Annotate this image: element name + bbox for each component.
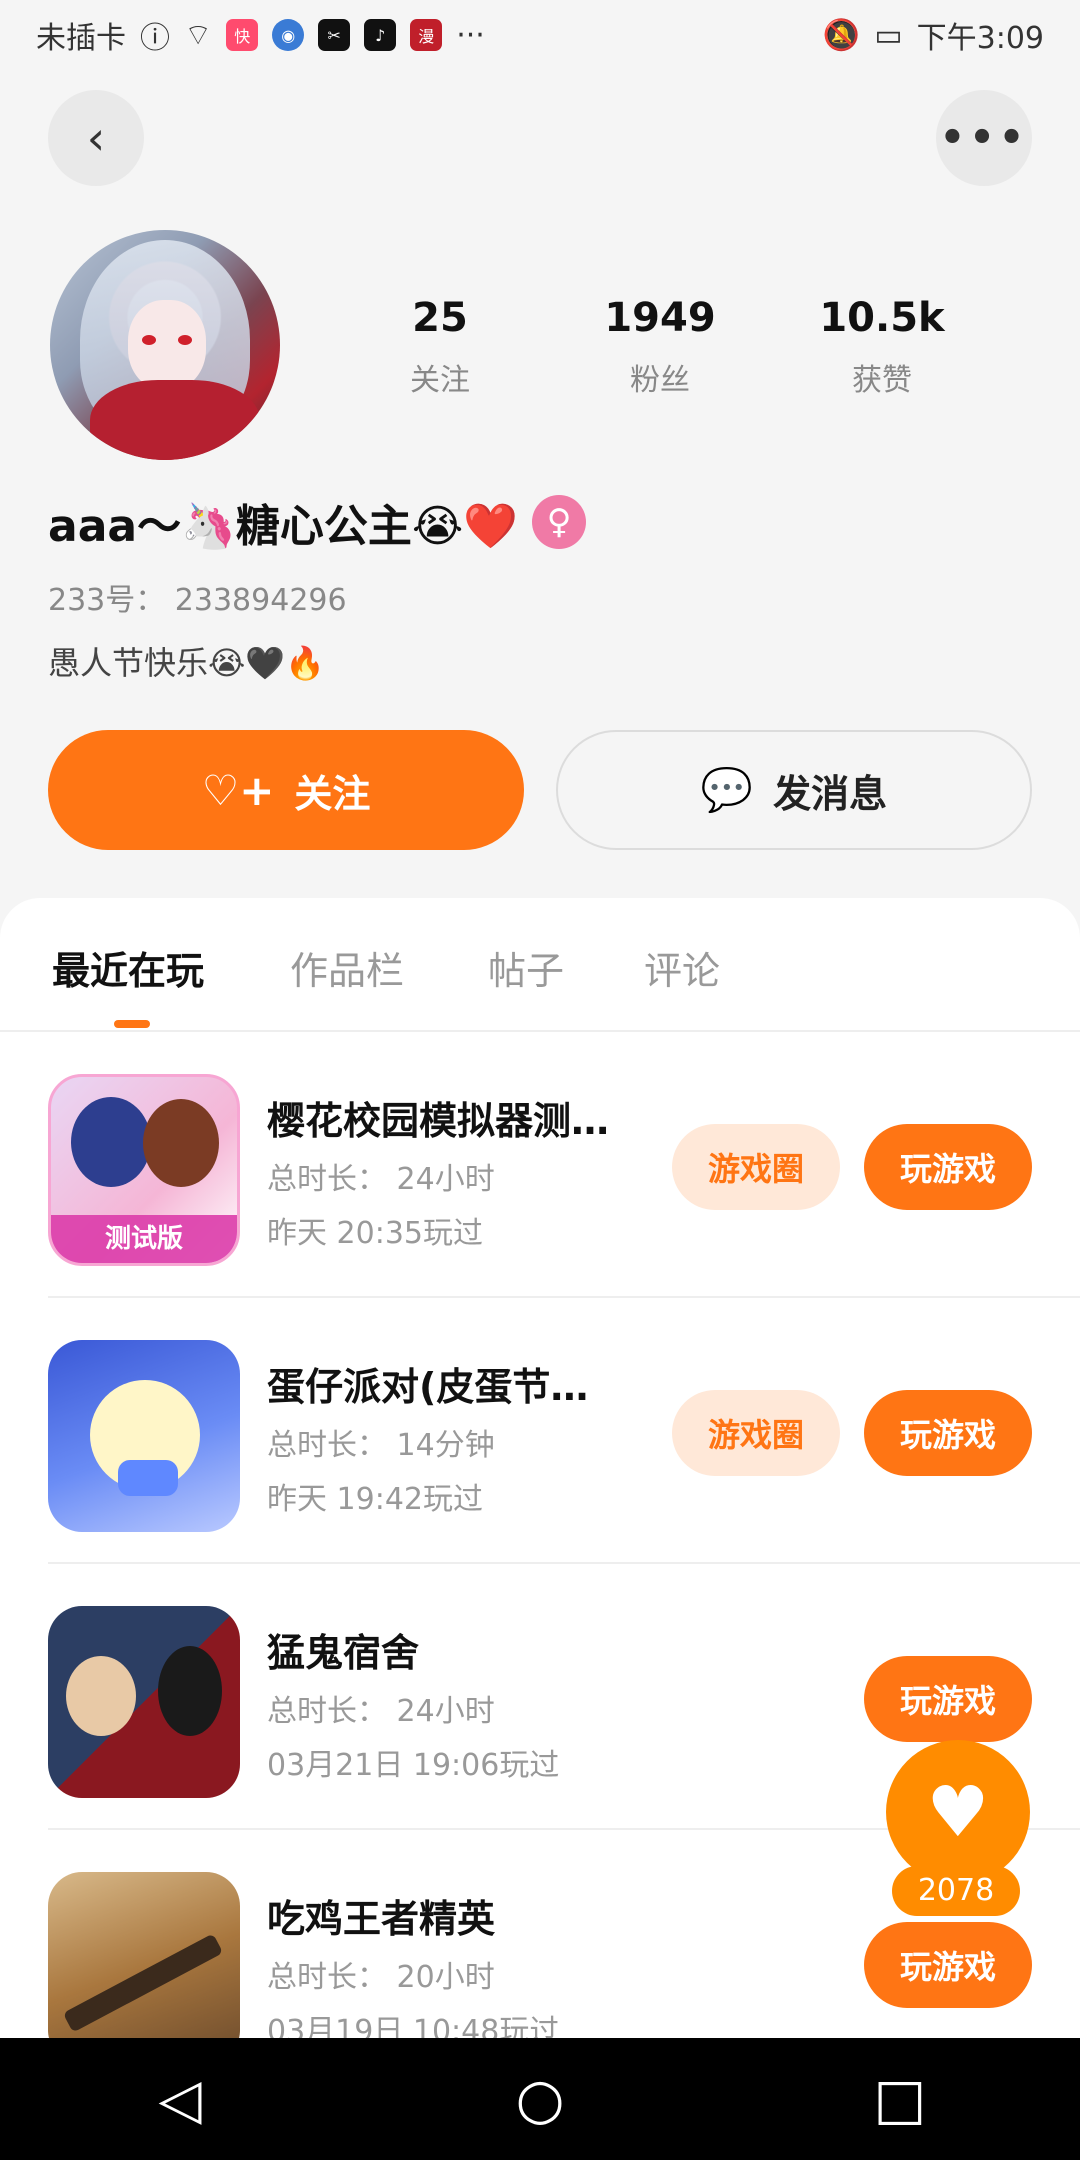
kuaishou-icon: 快 <box>226 19 259 51</box>
game-icon-ghost-dorm[interactable] <box>48 1606 240 1798</box>
stat-likes-value: 10.5k <box>819 295 945 341</box>
avatar[interactable] <box>50 230 280 460</box>
nav-back-icon[interactable]: ◁ <box>140 2067 220 2132</box>
profile-bio: 愚人节快乐😭🖤🔥 <box>48 644 326 682</box>
back-button[interactable]: ‹ <box>48 90 144 186</box>
game-row[interactable]: 蛋仔派对(皮蛋节… 总时长： 14分钟 昨天 19:42玩过 游戏圈 玩游戏 <box>48 1298 1080 1564</box>
avatar-face <box>128 300 206 390</box>
nav-recents-icon[interactable]: □ <box>860 2067 940 2132</box>
game-last-played: 昨天 20:35玩过 <box>267 1216 483 1251</box>
more-icon: ••• <box>939 115 1029 161</box>
profile-name-row: aaa～🦄糖心公主😭❤️ ♀ <box>48 490 587 554</box>
game-duration: 总时长： 20小时 <box>267 1960 495 1995</box>
avatar-dress <box>90 380 260 460</box>
stat-likes-label: 获赞 <box>852 363 912 398</box>
more-dots-icon: ··· <box>456 17 485 53</box>
game-duration: 总时长： 24小时 <box>267 1162 495 1197</box>
profile-name: aaa～🦄糖心公主😭❤️ <box>48 501 519 552</box>
wifi-icon: ⌔ <box>184 18 213 53</box>
heart-plus-icon: ♡+ <box>201 765 275 815</box>
carrier-label: 未插卡 <box>36 21 126 56</box>
game-duration: 总时长： 24小时 <box>267 1694 495 1729</box>
tab-works[interactable]: 作品栏 <box>290 940 404 995</box>
play-game-button[interactable]: 玩游戏 <box>864 1656 1032 1742</box>
game-row[interactable]: 测试版 樱花校园模拟器测… 总时长： 24小时 昨天 20:35玩过 游戏圈 玩… <box>48 1032 1080 1298</box>
tab-recently-played[interactable]: 最近在玩 <box>52 940 204 995</box>
avatar-eye-right <box>178 335 192 345</box>
stat-likes[interactable]: 10.5k 获赞 <box>782 295 982 399</box>
game-last-played: 03月21日 19:06玩过 <box>267 1748 560 1783</box>
game-title: 猛鬼宿舍 <box>267 1631 420 1675</box>
game-icon-character <box>71 1097 151 1187</box>
more-button[interactable]: ••• <box>936 90 1032 186</box>
stat-following-value: 25 <box>412 295 468 341</box>
tab-comments[interactable]: 评论 <box>644 940 720 995</box>
like-count-badge: 2078 <box>892 1866 1020 1916</box>
profile-uid: 233号： 233894296 <box>48 583 347 618</box>
play-game-button[interactable]: 玩游戏 <box>864 1922 1032 2008</box>
follow-button[interactable]: ♡+ 关注 <box>48 730 524 850</box>
game-icon-rifle <box>62 1933 224 2033</box>
mute-icon: 🔕 <box>822 17 861 53</box>
message-button-label: 发消息 <box>773 771 888 816</box>
floating-like-button[interactable]: ♥ <box>886 1740 1030 1884</box>
battery-icon: ▭ <box>874 17 903 53</box>
play-game-button[interactable]: 玩游戏 <box>864 1124 1032 1210</box>
game-title: 樱花校园模拟器测… <box>267 1099 610 1143</box>
tiktok-icon: ♪ <box>364 19 397 51</box>
heart-icon: ♥ <box>926 1771 990 1853</box>
sim-alert-icon: ⓘ <box>140 21 170 56</box>
stat-followers[interactable]: 1949 粉丝 <box>560 295 760 399</box>
browser-icon: ◉ <box>272 19 305 51</box>
status-right: 🔕 ▭ 下午3:09 <box>823 13 1044 57</box>
follow-button-label: 关注 <box>294 771 371 816</box>
status-left: 未插卡 ⓘ ⌔ 快 ◉ ✂ ♪ 漫 ··· <box>36 13 485 57</box>
game-title: 蛋仔派对(皮蛋节… <box>267 1365 589 1409</box>
game-title: 吃鸡王者精英 <box>267 1897 496 1941</box>
status-bar: 未插卡 ⓘ ⌔ 快 ◉ ✂ ♪ 漫 ··· 🔕 ▭ 下午3:09 <box>0 0 1080 70</box>
game-icon-badge: 测试版 <box>51 1215 237 1263</box>
tab-active-indicator <box>114 1020 150 1028</box>
tab-posts[interactable]: 帖子 <box>488 940 564 995</box>
clock: 下午3:09 <box>916 21 1044 56</box>
profile-tabs: 最近在玩 作品栏 帖子 评论 <box>0 898 1080 1032</box>
game-last-played: 昨天 19:42玩过 <box>267 1482 483 1517</box>
back-icon: ‹ <box>86 111 106 165</box>
gender-female-icon: ♀ <box>532 495 587 549</box>
stat-following[interactable]: 25 关注 <box>340 295 540 399</box>
nav-home-icon[interactable]: ○ <box>500 2067 580 2132</box>
message-button[interactable]: 💬 发消息 <box>556 730 1032 850</box>
game-icon-chicken-elite[interactable] <box>48 1872 240 2064</box>
game-icon-logo <box>118 1460 178 1496</box>
stat-following-label: 关注 <box>410 363 470 398</box>
game-circle-button[interactable]: 游戏圈 <box>672 1124 840 1210</box>
game-icon-character <box>66 1656 136 1736</box>
manhua-icon: 漫 <box>410 19 443 51</box>
system-nav-bar: ◁ ○ □ <box>0 2038 1080 2160</box>
game-icon-character <box>158 1646 222 1736</box>
game-icon-character <box>143 1099 219 1187</box>
game-circle-button[interactable]: 游戏圈 <box>672 1390 840 1476</box>
game-icon-eggy-party[interactable] <box>48 1340 240 1532</box>
play-game-button[interactable]: 玩游戏 <box>864 1390 1032 1476</box>
game-icon-sakura-school[interactable]: 测试版 <box>48 1074 240 1266</box>
game-duration: 总时长： 14分钟 <box>267 1428 495 1463</box>
capcut-icon: ✂ <box>318 19 351 51</box>
stat-followers-value: 1949 <box>604 295 716 341</box>
stat-followers-label: 粉丝 <box>630 363 690 398</box>
chat-bubble-icon: 💬 <box>700 765 754 814</box>
avatar-eye-left <box>142 335 156 345</box>
